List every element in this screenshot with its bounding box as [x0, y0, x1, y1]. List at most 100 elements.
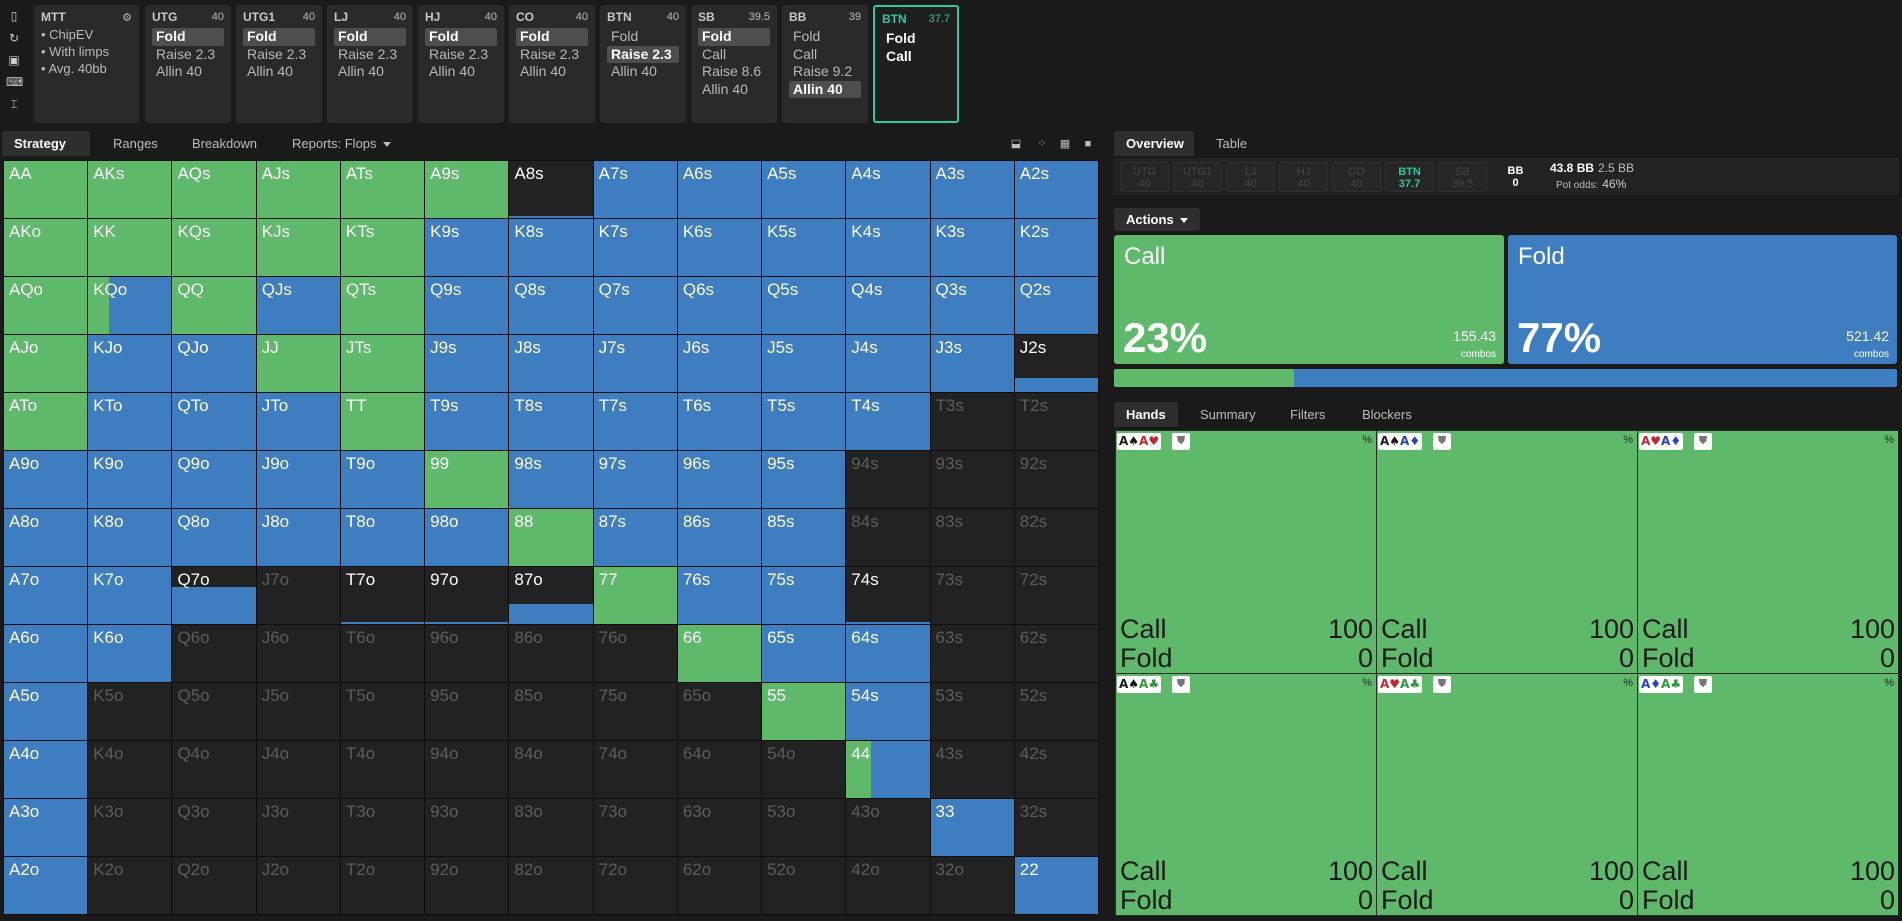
position-card-co[interactable]: CO 40 Fold Raise 2.3 Allin 40	[509, 5, 595, 123]
hand-cell-J5s[interactable]: J5s	[761, 334, 847, 393]
hand-cell-T7o[interactable]: T7o	[339, 566, 426, 625]
hand-cell-J2o[interactable]: J2o	[255, 856, 341, 915]
hand-cell-J3o[interactable]: J3o	[255, 798, 341, 857]
position-card-bb[interactable]: BB 39 Fold Call Raise 9.2 Allin 40	[782, 5, 868, 123]
hand-cell-K2o[interactable]: K2o	[87, 856, 173, 915]
hand-cell-82s[interactable]: 82s	[1013, 508, 1099, 567]
position-action-item[interactable]: Raise 2.3	[152, 46, 224, 64]
hand-cell-Q3o[interactable]: Q3o	[171, 798, 257, 857]
hand-cell-QTs[interactable]: QTs	[339, 276, 426, 335]
hand-cell-87s[interactable]: 87s	[592, 508, 678, 567]
hand-cell-TT[interactable]: TT	[339, 392, 426, 451]
shield-icon[interactable]: ⛊	[1694, 433, 1712, 450]
hand-cell-94s[interactable]: 94s	[845, 450, 931, 509]
hand-cell-A3s[interactable]: A3s	[929, 160, 1015, 219]
hand-cell-43o[interactable]: 43o	[845, 798, 931, 857]
position-card-btn[interactable]: BTN 40 Fold Raise 2.3 Allin 40	[600, 5, 686, 123]
position-action-item[interactable]: Raise 2.3	[334, 46, 406, 64]
hand-cell-73s[interactable]: 73s	[929, 566, 1015, 625]
hand-cell-KK[interactable]: KK	[87, 218, 173, 277]
hand-cell-QJo[interactable]: QJo	[171, 334, 257, 393]
hand-cell-Q7s[interactable]: Q7s	[592, 276, 678, 335]
hand-cell-73o[interactable]: 73o	[592, 798, 678, 857]
hand-cell-T4s[interactable]: T4s	[845, 392, 931, 451]
position-action-item[interactable]: Fold	[698, 28, 770, 46]
hand-cell-ATo[interactable]: ATo	[3, 392, 89, 451]
hand-cell-K7s[interactable]: K7s	[592, 218, 678, 277]
shield-icon[interactable]: ⛊	[1433, 675, 1451, 693]
hand-cell-T4o[interactable]: T4o	[339, 740, 426, 799]
hand-cell-K2s[interactable]: K2s	[1013, 218, 1099, 277]
hand-cell-88[interactable]: 88	[508, 508, 594, 567]
fold-action-card[interactable]: Fold 77% 521.42 combos	[1508, 235, 1897, 364]
hand-cell-AKo[interactable]: AKo	[3, 218, 89, 277]
hand-cell-72s[interactable]: 72s	[1013, 566, 1099, 625]
hand-cell-Q5o[interactable]: Q5o	[171, 682, 257, 741]
view-full-icon[interactable]: ■	[1080, 136, 1096, 152]
tab-reports-flops[interactable]: Reports: Flops	[280, 131, 403, 156]
position-action-item[interactable]: Allin 40	[789, 80, 861, 98]
hand-cell-JTs[interactable]: JTs	[339, 334, 426, 393]
hand-combo-card[interactable]: A♠A♣ ⛊% Call 100 Fold 0	[1115, 672, 1377, 916]
hand-cell-AQs[interactable]: AQs	[171, 160, 257, 219]
hand-cell-ATs[interactable]: ATs	[339, 160, 426, 219]
posbar-utg[interactable]: UTG 40	[1120, 162, 1169, 192]
hand-cell-33[interactable]: 33	[929, 798, 1015, 857]
tab-table[interactable]: Table	[1204, 131, 1259, 156]
hand-cell-J4o[interactable]: J4o	[255, 740, 341, 799]
hand-cell-T9s[interactable]: T9s	[424, 392, 510, 451]
hand-cell-A2o[interactable]: A2o	[3, 856, 89, 915]
hand-cell-Q6o[interactable]: Q6o	[171, 624, 257, 683]
hand-cell-93s[interactable]: 93s	[929, 450, 1015, 509]
hand-cell-74o[interactable]: 74o	[592, 740, 678, 799]
tab-hands[interactable]: Hands	[1114, 402, 1178, 427]
position-action-item[interactable]: Allin 40	[243, 63, 315, 81]
hand-cell-T6o[interactable]: T6o	[339, 624, 426, 683]
hand-cell-98o[interactable]: 98o	[424, 508, 510, 567]
hand-cell-Q6s[interactable]: Q6s	[676, 276, 763, 335]
bookmark-icon[interactable]: ▯	[6, 8, 22, 24]
hand-cell-Q5s[interactable]: Q5s	[761, 276, 847, 335]
posbar-co[interactable]: CO 40	[1332, 162, 1381, 192]
position-action-item[interactable]: Raise 2.3	[607, 45, 679, 63]
position-action-item[interactable]: Raise 2.3	[425, 46, 497, 64]
hand-cell-K6o[interactable]: K6o	[87, 624, 173, 683]
hand-cell-96o[interactable]: 96o	[424, 624, 510, 683]
shield-icon[interactable]: ⛊	[1694, 675, 1712, 693]
hand-cell-T8o[interactable]: T8o	[339, 508, 426, 567]
hand-cell-J2s[interactable]: J2s	[1013, 334, 1099, 393]
position-action-item[interactable]: Allin 40	[425, 63, 497, 81]
hand-combo-card[interactable]: A♥A♦ ⛊% Call 100 Fold 0	[1637, 430, 1899, 674]
hand-cell-J9s[interactable]: J9s	[424, 334, 510, 393]
shield-icon[interactable]: ⛊	[1172, 433, 1190, 450]
hand-cell-QTo[interactable]: QTo	[171, 392, 257, 451]
hand-cell-A5s[interactable]: A5s	[761, 160, 847, 219]
hand-cell-T8s[interactable]: T8s	[508, 392, 594, 451]
hand-cell-65s[interactable]: 65s	[761, 624, 847, 683]
hand-cell-AJo[interactable]: AJo	[3, 334, 89, 393]
hand-cell-53s[interactable]: 53s	[929, 682, 1015, 741]
tab-breakdown[interactable]: Breakdown	[180, 131, 269, 156]
hand-cell-K4o[interactable]: K4o	[87, 740, 173, 799]
hand-cell-43s[interactable]: 43s	[929, 740, 1015, 799]
tab-overview[interactable]: Overview	[1114, 131, 1194, 156]
hand-combo-card[interactable]: A♦A♣ ⛊% Call 100 Fold 0	[1637, 672, 1899, 916]
hand-cell-54s[interactable]: 54s	[845, 682, 931, 741]
hand-cell-74s[interactable]: 74s	[845, 566, 931, 625]
hand-cell-A2s[interactable]: A2s	[1013, 160, 1099, 219]
hand-cell-J6o[interactable]: J6o	[255, 624, 341, 683]
position-action-item[interactable]: Allin 40	[607, 63, 679, 81]
hand-cell-QQ[interactable]: QQ	[171, 276, 257, 335]
hand-cell-Q7o[interactable]: Q7o	[171, 566, 257, 625]
hand-cell-KJo[interactable]: KJo	[87, 334, 173, 393]
position-action-item[interactable]: Raise 9.2	[789, 63, 861, 81]
hand-cell-A6s[interactable]: A6s	[676, 160, 763, 219]
hand-cell-A4o[interactable]: A4o	[3, 740, 89, 799]
hand-cell-54o[interactable]: 54o	[761, 740, 847, 799]
hand-cell-K6s[interactable]: K6s	[676, 218, 763, 277]
hand-combo-card[interactable]: A♥A♣ ⛊% Call 100 Fold 0	[1376, 672, 1638, 916]
hand-cell-76o[interactable]: 76o	[592, 624, 678, 683]
position-action-item[interactable]: Call	[698, 46, 770, 64]
hand-cell-Q4o[interactable]: Q4o	[171, 740, 257, 799]
hand-cell-KJs[interactable]: KJs	[255, 218, 341, 277]
